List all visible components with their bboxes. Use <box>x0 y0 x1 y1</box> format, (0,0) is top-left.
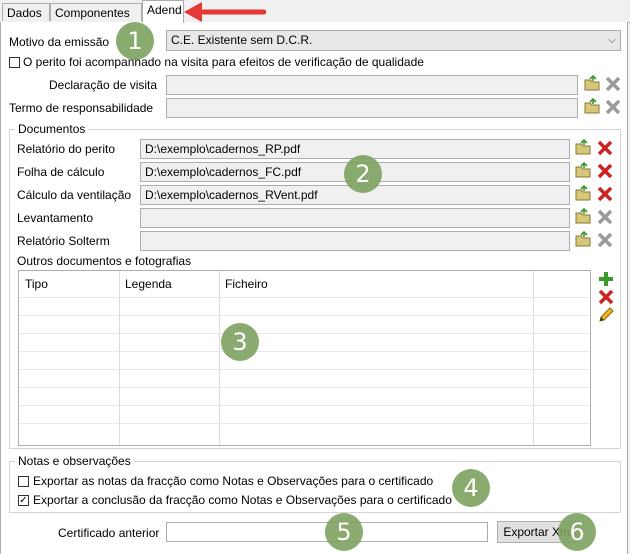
grid-row-line <box>19 387 590 388</box>
delete-icon[interactable] <box>596 185 614 203</box>
grid-row-line <box>19 315 590 316</box>
open-folder-icon[interactable] <box>575 139 593 157</box>
termo-responsabilidade-label: Termo de responsabilidade <box>9 101 154 115</box>
doc-label-relatorio-perito: Relatório do perito <box>17 142 116 156</box>
emissao-label: Motivo da emissão <box>9 35 110 49</box>
conclusao-export-label: Exportar a conclusão da fracção como Not… <box>33 493 452 507</box>
certificado-anterior-label: Certificado anterior <box>58 526 160 540</box>
doc-label-folha-calculo: Folha de cálculo <box>17 165 105 179</box>
notas-title: Notas e observações <box>15 454 134 468</box>
grid-row-line <box>19 405 590 406</box>
grid-header-tipo[interactable]: Tipo <box>25 277 48 291</box>
open-folder-icon[interactable] <box>584 75 602 93</box>
outros-documentos-grid[interactable]: Tipo Legenda Ficheiro <box>18 270 591 446</box>
doc-label-relatorio-solterm: Relatório Solterm <box>17 234 110 248</box>
tab-label: Adend <box>147 3 182 17</box>
open-folder-icon[interactable] <box>575 208 593 226</box>
annotation-badge-2: 2 <box>344 155 382 193</box>
delete-icon[interactable] <box>604 98 622 116</box>
tab-label: Componentes <box>55 6 130 20</box>
doc-label-levantamento: Levantamento <box>17 211 94 225</box>
acompanhado-label: O perito foi acompanhado na visita para … <box>23 55 424 69</box>
grid-row-line <box>19 333 590 334</box>
declaracao-visita-field[interactable] <box>166 75 578 95</box>
doc-field-levantamento[interactable] <box>140 208 570 228</box>
doc-label-calculo-ventilacao: Cálculo da ventilação <box>17 188 132 202</box>
tab-componentes[interactable]: Componentes <box>50 3 142 21</box>
tab-strip: Dados Componentes Adend <box>0 0 630 23</box>
open-folder-icon[interactable] <box>575 231 593 249</box>
grid-row-line <box>19 369 590 370</box>
open-folder-icon[interactable] <box>575 185 593 203</box>
termo-responsabilidade-field[interactable] <box>166 98 578 118</box>
notas-export-checkbox[interactable] <box>18 476 29 487</box>
doc-field-relatorio-solterm[interactable] <box>140 231 570 251</box>
edit-pencil-icon[interactable] <box>597 306 615 324</box>
delete-icon[interactable] <box>596 162 614 180</box>
delete-icon[interactable] <box>596 139 614 157</box>
delete-icon[interactable] <box>597 288 615 306</box>
tab-label: Dados <box>7 6 42 20</box>
annotation-badge-3: 3 <box>221 323 259 361</box>
grid-row-line <box>19 351 590 352</box>
tab-dados[interactable]: Dados <box>2 3 50 21</box>
notas-export-label: Exportar as notas da fracção como Notas … <box>33 474 434 488</box>
delete-icon[interactable] <box>596 208 614 226</box>
chevron-down-icon: ⌵ <box>608 35 616 46</box>
delete-icon[interactable] <box>604 75 622 93</box>
documentos-title: Documentos <box>15 122 89 136</box>
annotation-badge-1: 1 <box>116 22 154 60</box>
grid-row-line <box>19 297 590 298</box>
open-folder-icon[interactable] <box>575 162 593 180</box>
annotation-badge-6: 6 <box>558 513 596 551</box>
delete-icon[interactable] <box>596 231 614 249</box>
outros-documentos-label: Outros documentos e fotografias <box>17 254 192 268</box>
acompanhado-checkbox[interactable] <box>9 57 20 68</box>
annotation-badge-5: 5 <box>325 513 363 551</box>
open-folder-icon[interactable] <box>584 98 602 116</box>
grid-header-legenda[interactable]: Legenda <box>125 277 172 291</box>
grid-header-ficheiro[interactable]: Ficheiro <box>225 277 268 291</box>
declaracao-visita-label: Declaração de visita <box>49 78 158 92</box>
annotation-badge-4: 4 <box>452 469 490 507</box>
tab-adendas[interactable]: Adend <box>142 0 184 23</box>
conclusao-export-checkbox[interactable]: ✓ <box>18 495 29 506</box>
add-icon[interactable] <box>597 270 615 288</box>
emissao-selected-value: C.E. Existente sem D.C.R. <box>171 33 313 47</box>
emissao-select[interactable]: C.E. Existente sem D.C.R. ⌵ <box>166 30 621 51</box>
grid-row-line <box>19 423 590 424</box>
annotation-arrow-icon <box>184 2 266 22</box>
